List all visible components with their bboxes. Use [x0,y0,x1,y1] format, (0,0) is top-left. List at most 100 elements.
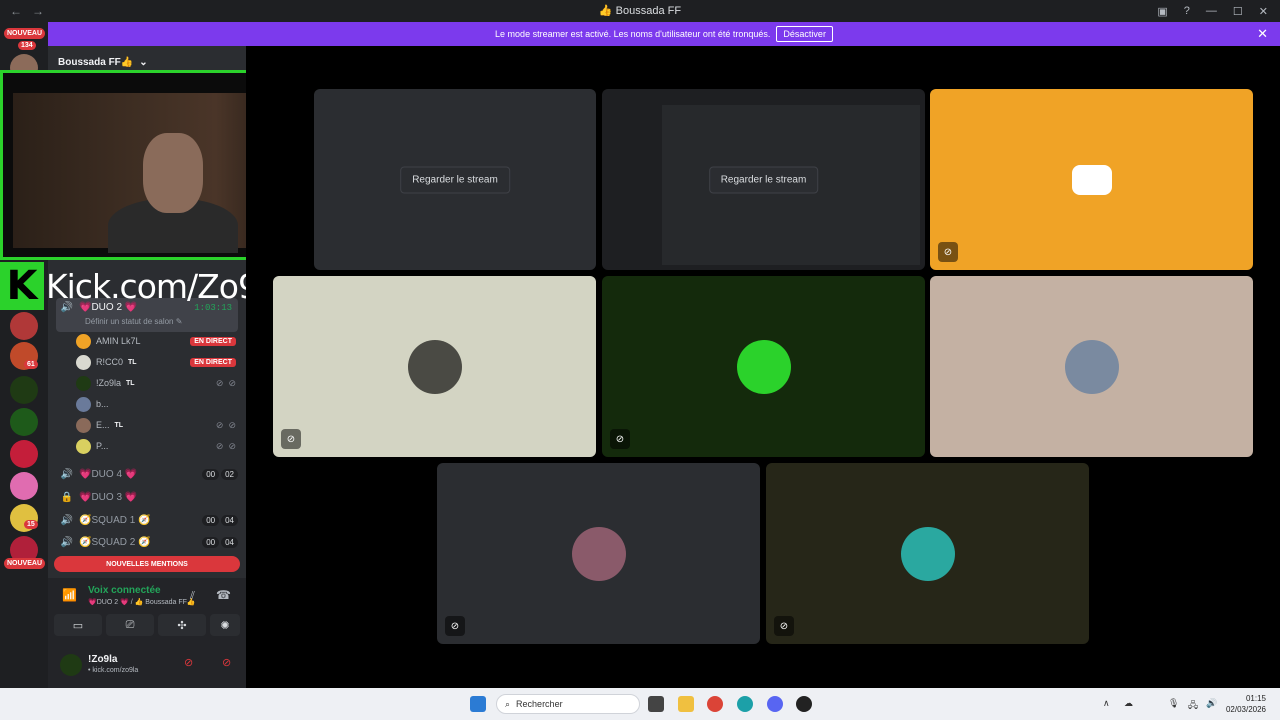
voice-member[interactable]: AMIN Lk7L EN DIRECT [76,331,236,351]
count-current: 00 [202,468,220,480]
share-screen-button[interactable]: ⎚ [106,614,154,636]
voice-member[interactable]: E... TL ⊘ ⊘ [76,415,236,435]
server-icon[interactable] [10,472,38,500]
count-current: 00 [202,514,220,526]
username[interactable]: !Zo9la [88,654,117,665]
avatar [407,339,462,394]
muted-mic-icon: ⊘ [215,440,224,451]
banner-text: Le mode streamer est activé. Les noms d'… [495,29,771,39]
chevron-down-icon: ⌄ [139,56,148,68]
server-icon[interactable] [10,376,38,404]
deafened-icon: ⊘ [938,242,958,262]
voice-member[interactable]: P... ⊘ ⊘ [76,436,236,456]
count-current: 00 [202,536,220,548]
user-count: 00 04 [202,514,238,526]
task-view-icon[interactable] [648,696,664,712]
voice-channel-duo4[interactable]: 🔊 💗DUO 4 💗 00 02 [56,464,238,484]
voice-channel-duo3[interactable]: 🔒 💗DUO 3 💗 [56,487,238,507]
taskbar-clock[interactable]: 01:15 02/03/2026 [1226,693,1266,715]
camera-off-button[interactable]: ▭ [54,614,102,636]
voice-channel-squad2[interactable]: 🔊 🧭SQUAD 2 🧭 00 04 [56,532,238,552]
participant-tile[interactable]: ⊘ [273,276,596,457]
disconnect-icon[interactable]: ☎ [216,588,231,602]
deafened-icon: ⊘ [228,419,236,430]
avatar[interactable] [60,654,82,676]
search-placeholder: Rechercher [516,699,563,709]
banner-close-icon[interactable]: ✕ [1257,26,1268,42]
voice-member[interactable]: R!CC0 TL EN DIRECT [76,352,236,372]
noise-suppression-icon[interactable]: ⫽ [190,590,195,603]
member-name: R!CC0 [96,357,124,367]
search-icon: ⌕ [505,698,511,709]
signal-icon[interactable]: 📶 [62,588,77,602]
close-window-button[interactable]: ✕ [1259,5,1268,18]
avatar [76,375,91,391]
voice-member[interactable]: b... [76,394,236,414]
member-name: P... [96,441,109,451]
volume-icon[interactable]: 🔊 [1206,698,1217,709]
avatar [1064,339,1119,394]
kick-overlay: K Kick.com/Zo9la [0,262,286,310]
network-icon[interactable]: 🖧 [1188,698,1198,714]
voice-channel-squad1[interactable]: 🔊 🧭SQUAD 1 🧭 00 04 [56,510,238,530]
unread-count-badge: 15 [24,520,38,529]
onedrive-icon[interactable]: ☁ [1124,698,1133,709]
soundboard-button[interactable]: ✺ [210,614,240,636]
member-name: b... [96,399,109,409]
voice-connected-label[interactable]: Voix connectée [88,585,161,596]
muted-mic-icon[interactable]: ⊘ [184,656,193,669]
activities-button[interactable]: ✣ [158,614,206,636]
deafen-icon[interactable]: ⊘ [222,656,231,669]
edge-icon[interactable] [737,696,753,712]
channel-label: 🧭SQUAD 2 🧭 [79,536,151,548]
channel-label: 💗DUO 3 💗 [79,491,138,503]
live-badge: EN DIRECT [190,336,236,346]
voice-member[interactable]: !Zo9la TL ⊘ ⊘ [76,373,236,393]
watch-stream-button[interactable]: Regarder le stream [708,166,819,193]
tray-chevron-up-icon[interactable]: ∧ [1103,698,1110,709]
server-icon[interactable] [10,440,38,468]
user-status[interactable]: • kick.com/zo9la [88,667,138,674]
discord-app-icon[interactable] [767,696,783,712]
discord-logo-icon [1071,164,1112,195]
minimize-button[interactable]: — [1206,5,1217,17]
speaker-icon: 🔊 [60,514,74,526]
voice-location[interactable]: 💗DUO 2 💗 / 👍 Boussada FF👍 [88,598,196,606]
stream-tile[interactable]: Regarder le stream [314,89,596,270]
deafened-icon: ⊘ [445,616,465,636]
file-explorer-icon[interactable] [678,696,694,712]
unread-count-badge: 61 [24,360,38,369]
watch-stream-button[interactable]: Regarder le stream [400,166,510,193]
obs-icon[interactable] [796,696,812,712]
channel-label: 💗DUO 4 💗 [79,468,138,480]
channel-status[interactable]: Définir un statut de salon ✎ [85,317,182,326]
microphone-icon[interactable]: 🎙 [1168,698,1179,709]
participant-tile[interactable] [930,276,1253,457]
maximize-button[interactable]: ☐ [1233,5,1243,18]
role-badge: TL [128,358,137,366]
inbox-icon[interactable]: ▣ [1157,5,1167,18]
avatar [76,438,91,454]
kick-logo-icon: K [0,262,44,310]
streamer-head [143,133,203,213]
taskbar-search[interactable]: ⌕ Rechercher [496,694,640,714]
disable-streamer-mode-button[interactable]: Désactiver [776,26,833,42]
windows-start-icon[interactable] [470,696,486,712]
new-mentions-bar[interactable]: NOUVELLES MENTIONS [54,556,240,572]
help-icon[interactable]: ? [1184,5,1190,17]
streamer-mode-banner: Le mode streamer est activé. Les noms d'… [48,22,1280,46]
taskbar: ⌕ Rechercher ∧ ☁ 🎙 🖧 🔊 01:15 02/03/2026 [0,688,1280,720]
server-icon[interactable] [10,312,38,340]
role-badge: TL [126,379,135,387]
chrome-icon[interactable] [707,696,723,712]
stream-tile[interactable]: Regarder le stream [602,89,925,270]
server-icon[interactable] [10,408,38,436]
participant-tile[interactable]: ⊘ [766,463,1089,644]
avatar [76,333,91,349]
deafened-icon: ⊘ [774,616,794,636]
new-badge: NOUVEAU [4,558,46,569]
participant-tile[interactable]: ⊘ [602,276,925,457]
window-title-text: Boussada FF [615,5,682,17]
participant-tile[interactable]: ⊘ [930,89,1253,270]
participant-tile[interactable]: ⊘ [437,463,760,644]
